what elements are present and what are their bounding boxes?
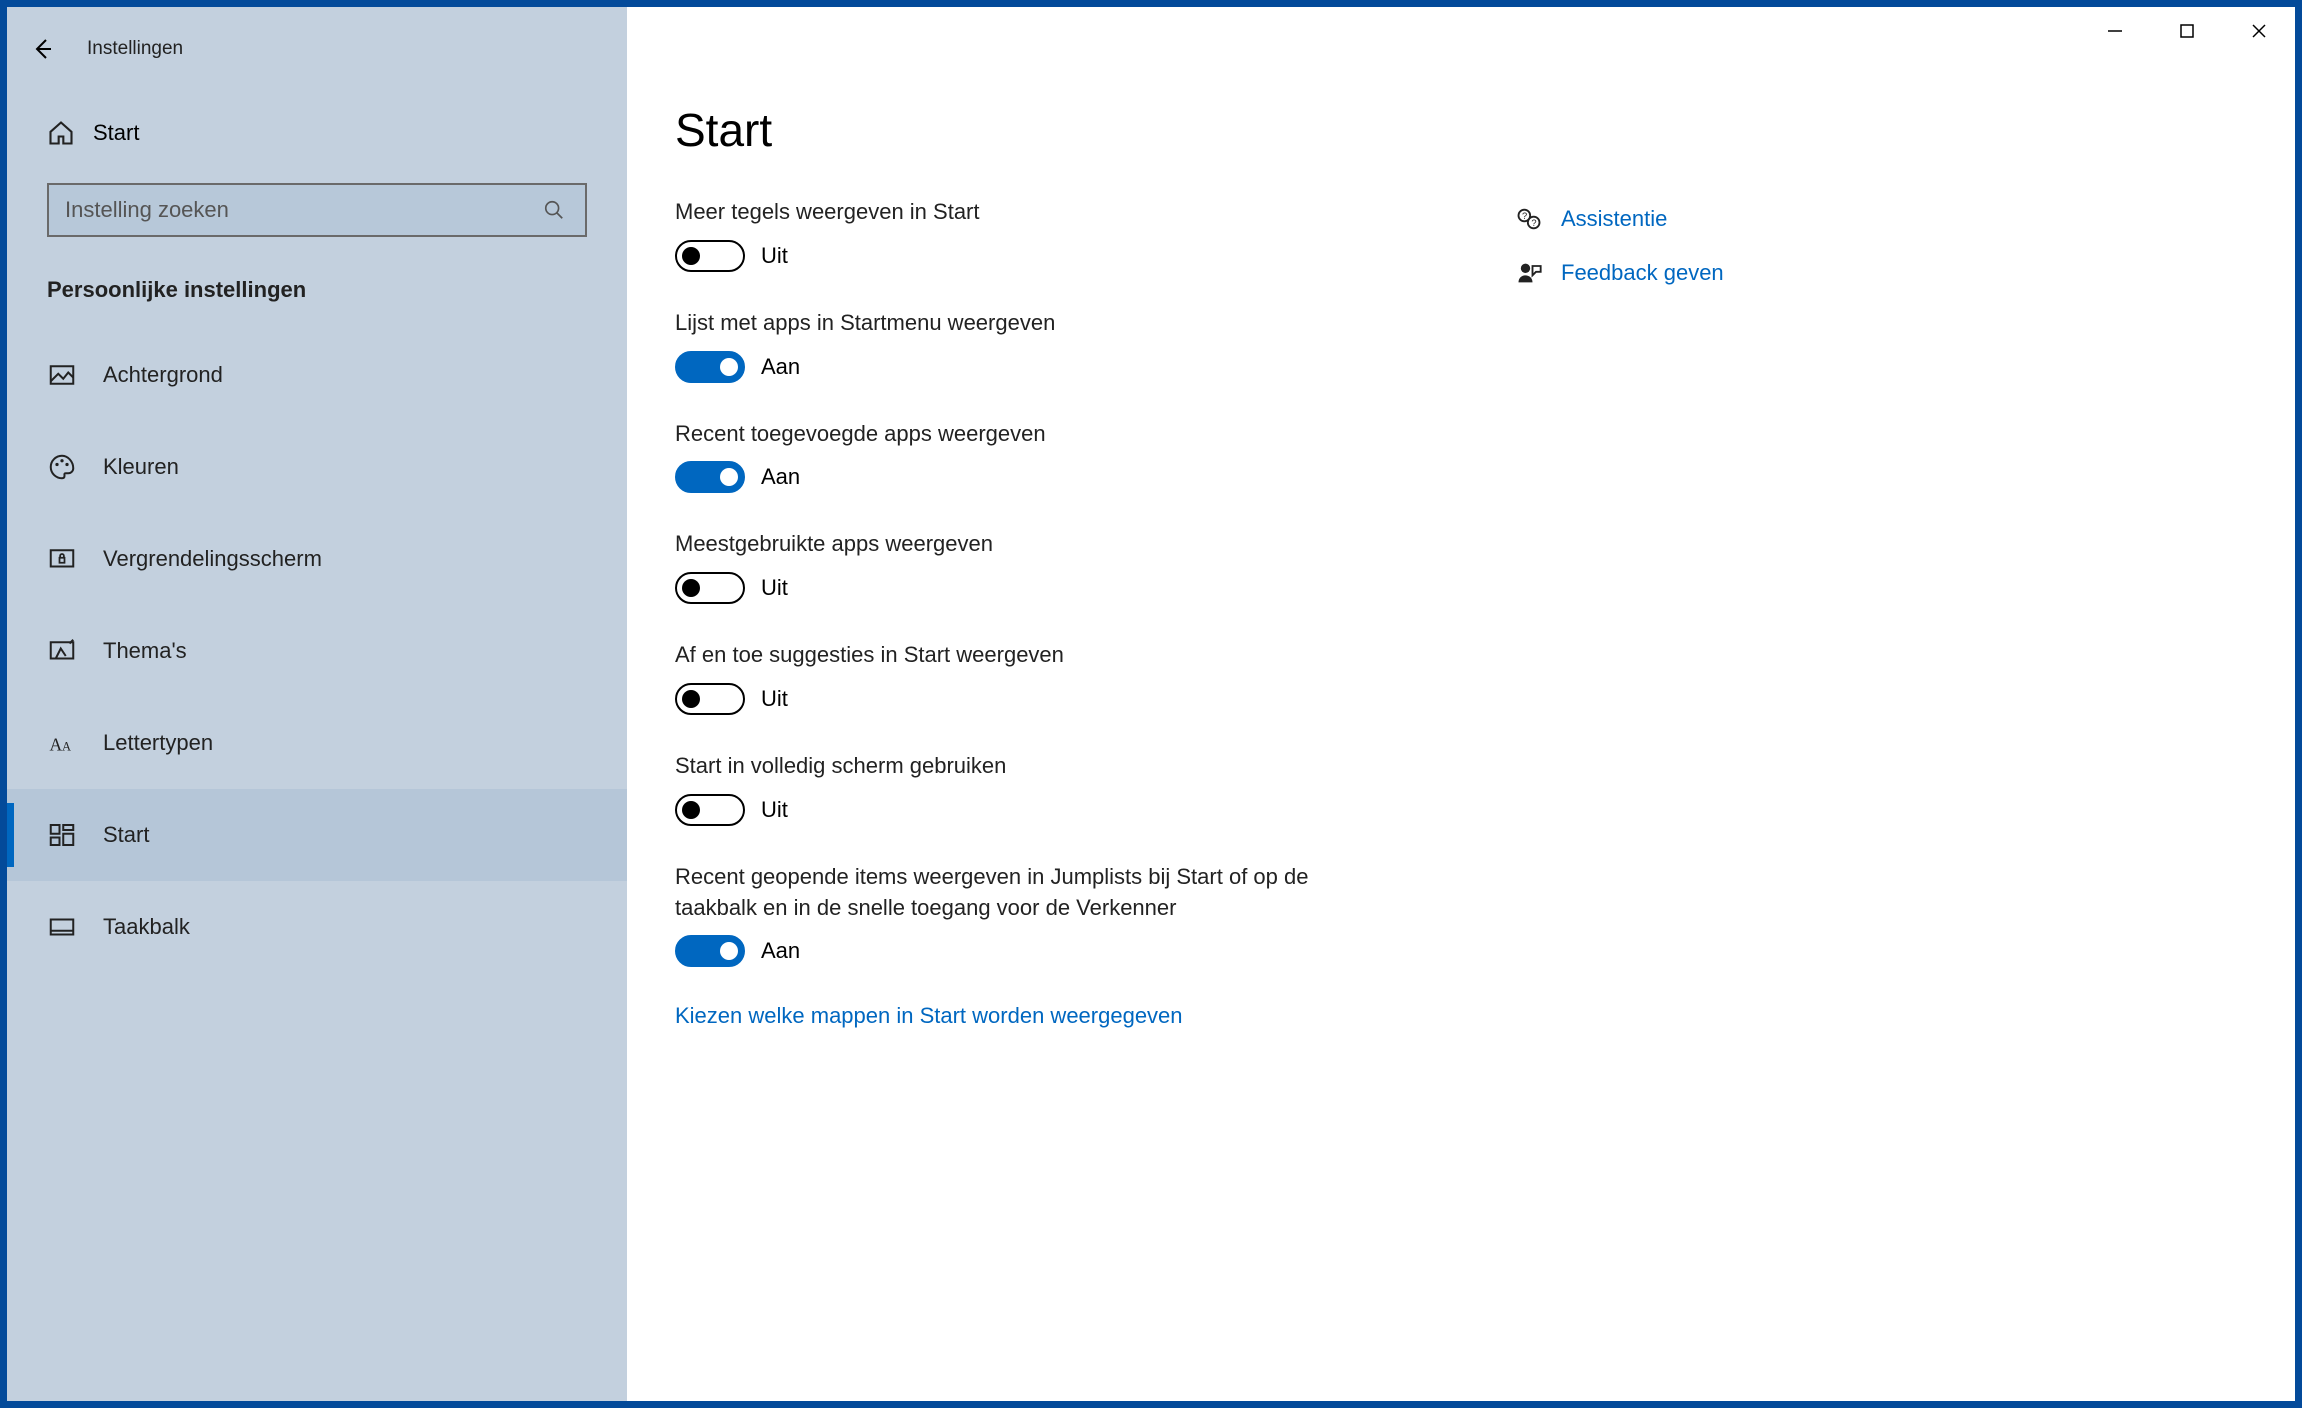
- sidebar-section-heading: Persoonlijke instellingen: [7, 267, 627, 329]
- aside-link-label: Assistentie: [1561, 206, 1667, 232]
- setting-label: Meestgebruikte apps weergeven: [675, 529, 1395, 560]
- setting-recent-toegevoegd: Recent toegevoegde apps weergeven Aan: [675, 419, 1395, 494]
- settings-window: Instellingen Start Persoonlijke instelli…: [0, 0, 2302, 1408]
- sidebar-item-label: Lettertypen: [103, 730, 213, 756]
- aside-link-label: Feedback geven: [1561, 260, 1724, 286]
- choose-folders-link[interactable]: Kiezen welke mappen in Start worden weer…: [675, 1003, 1183, 1028]
- setting-label: Recent geopende items weergeven in Jumpl…: [675, 862, 1395, 924]
- sidebar-item-label: Start: [103, 822, 149, 848]
- sidebar-item-label: Taakbalk: [103, 914, 190, 940]
- search-icon: [539, 199, 569, 221]
- home-icon: [47, 119, 93, 147]
- start-tiles-icon: [47, 820, 103, 850]
- sidebar: Instellingen Start Persoonlijke instelli…: [7, 7, 627, 1401]
- aside-link-feedback[interactable]: Feedback geven: [1515, 259, 1724, 287]
- sidebar-item-label: Achtergrond: [103, 362, 223, 388]
- svg-text:?: ?: [1522, 211, 1527, 221]
- toggle-state-label: Aan: [761, 938, 800, 964]
- sidebar-item-lettertypen[interactable]: AA Lettertypen: [7, 697, 627, 789]
- setting-label: Meer tegels weergeven in Start: [675, 197, 1395, 228]
- window-title: Instellingen: [77, 38, 183, 60]
- sidebar-item-start[interactable]: Start: [7, 789, 627, 881]
- toggle-recent-toegevoegd[interactable]: [675, 461, 745, 493]
- svg-text:A: A: [50, 735, 63, 755]
- toggle-state-label: Uit: [761, 797, 788, 823]
- brush-icon: [47, 636, 103, 666]
- home-button[interactable]: Start: [7, 101, 627, 165]
- toggle-state-label: Uit: [761, 575, 788, 601]
- toggle-suggesties[interactable]: [675, 683, 745, 715]
- sidebar-item-label: Vergrendelingsscherm: [103, 546, 322, 572]
- setting-meestgebruikt: Meestgebruikte apps weergeven Uit: [675, 529, 1395, 604]
- page-title: Start: [675, 103, 2247, 157]
- setting-meer-tegels: Meer tegels weergeven in Start Uit: [675, 197, 1395, 272]
- home-label: Start: [93, 120, 139, 146]
- image-icon: [47, 360, 103, 390]
- minimize-button[interactable]: [2079, 7, 2151, 55]
- sidebar-item-vergrendelingsscherm[interactable]: Vergrendelingsscherm: [7, 513, 627, 605]
- setting-suggesties: Af en toe suggesties in Start weergeven U…: [675, 640, 1395, 715]
- close-button[interactable]: [2223, 7, 2295, 55]
- settings-list: Meer tegels weergeven in Start Uit Lijst m…: [675, 197, 1395, 1029]
- svg-text:?: ?: [1531, 218, 1536, 228]
- toggle-meestgebruikt[interactable]: [675, 572, 745, 604]
- toggle-state-label: Aan: [761, 354, 800, 380]
- sidebar-item-taakbalk[interactable]: Taakbalk: [7, 881, 627, 973]
- setting-lijst-apps: Lijst met apps in Startmenu weergeven Aan: [675, 308, 1395, 383]
- sidebar-item-achtergrond[interactable]: Achtergrond: [7, 329, 627, 421]
- toggle-recent-geopend[interactable]: [675, 935, 745, 967]
- aside-links: ?? Assistentie Feedback geven: [1515, 197, 1724, 1029]
- setting-label: Recent toegevoegde apps weergeven: [675, 419, 1395, 450]
- setting-label: Af en toe suggesties in Start weergeven: [675, 640, 1395, 671]
- toggle-volledig-scherm[interactable]: [675, 794, 745, 826]
- setting-recent-geopend: Recent geopende items weergeven in Jumpl…: [675, 862, 1395, 968]
- toggle-meer-tegels[interactable]: [675, 240, 745, 272]
- toggle-state-label: Uit: [761, 243, 788, 269]
- setting-volledig-scherm: Start in volledig scherm gebruiken Uit: [675, 751, 1395, 826]
- sidebar-item-label: Kleuren: [103, 454, 179, 480]
- aside-link-assistentie[interactable]: ?? Assistentie: [1515, 205, 1724, 233]
- lock-screen-icon: [47, 544, 103, 574]
- setting-label: Start in volledig scherm gebruiken: [675, 751, 1395, 782]
- feedback-icon: [1515, 259, 1561, 287]
- sidebar-nav: Achtergrond Kleuren Vergrendelingsscherm: [7, 329, 627, 973]
- svg-text:A: A: [62, 740, 71, 754]
- main-panel: Start Meer tegels weergeven in Start Uit L…: [627, 7, 2295, 1401]
- sidebar-item-themas[interactable]: Thema's: [7, 605, 627, 697]
- toggle-state-label: Uit: [761, 686, 788, 712]
- toggle-state-label: Aan: [761, 464, 800, 490]
- sidebar-item-kleuren[interactable]: Kleuren: [7, 421, 627, 513]
- back-button[interactable]: [7, 36, 77, 62]
- taskbar-icon: [47, 912, 103, 942]
- sidebar-item-label: Thema's: [103, 638, 187, 664]
- window-controls: [2079, 7, 2295, 55]
- maximize-button[interactable]: [2151, 7, 2223, 55]
- palette-icon: [47, 452, 103, 482]
- help-icon: ??: [1515, 205, 1561, 233]
- search-input[interactable]: [65, 197, 539, 223]
- setting-label: Lijst met apps in Startmenu weergeven: [675, 308, 1395, 339]
- search-box[interactable]: [47, 183, 587, 237]
- font-icon: AA: [47, 728, 103, 758]
- toggle-lijst-apps[interactable]: [675, 351, 745, 383]
